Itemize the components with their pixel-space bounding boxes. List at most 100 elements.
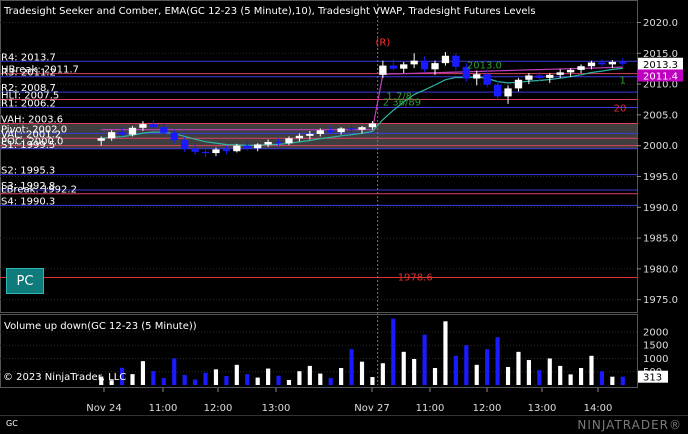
candle-body — [181, 140, 189, 149]
pc-button[interactable]: PC — [6, 268, 44, 294]
price-tick-label: 1980.0 — [643, 264, 678, 275]
current-price-label: 2013.3 — [643, 60, 678, 71]
volume-bar — [245, 374, 250, 385]
candle-body — [285, 138, 293, 144]
level-label: R3: 2011.2 — [1, 68, 56, 79]
candle-body — [441, 55, 450, 64]
candle-body — [431, 63, 439, 70]
candle-body — [264, 141, 272, 145]
volume-bar — [485, 349, 490, 385]
level-label: S1: 1999.5 — [1, 140, 55, 151]
ninjatrader-logo: NINJATRADER® — [577, 418, 682, 432]
volume-bar — [193, 379, 198, 385]
candle-body — [598, 62, 606, 65]
chart-annotation: 1978.6 — [398, 273, 433, 284]
level-label: S2: 1995.3 — [1, 166, 55, 177]
candle-body — [337, 128, 345, 133]
time-tick-label: 11:00 — [416, 403, 445, 414]
volume-bar — [140, 361, 146, 385]
candle-body — [316, 130, 324, 134]
volume-bar — [526, 360, 531, 385]
candle-body — [389, 65, 397, 69]
volume-bar — [276, 375, 281, 385]
volume-bar — [224, 375, 229, 385]
candle-body — [358, 127, 366, 130]
volume-bar — [453, 355, 458, 385]
volume-bar — [505, 366, 511, 385]
time-tick-label: 13:00 — [528, 403, 557, 414]
volume-bar — [255, 377, 260, 385]
candle-body — [306, 133, 314, 136]
level-label: R4: 2013.7 — [1, 52, 56, 63]
price-tick-label: 1995.0 — [643, 172, 678, 183]
volume-bar — [516, 351, 521, 385]
time-tick-label: 13:00 — [262, 403, 291, 414]
candle-body — [452, 55, 460, 67]
price-tick-label: 2000.0 — [643, 141, 678, 152]
candle-body — [473, 74, 481, 79]
candle-body — [118, 132, 126, 135]
candle-body — [107, 132, 116, 139]
candle-body — [608, 61, 617, 65]
volume-bar — [474, 364, 479, 385]
volume-bar — [432, 368, 438, 385]
volume-bar — [297, 371, 302, 385]
volume-bar — [151, 371, 156, 385]
candle-body — [212, 149, 220, 154]
copyright-text: © 2023 NinjaTrader, LLC — [3, 372, 127, 383]
candle-body — [191, 148, 199, 152]
value-area-band — [0, 123, 637, 149]
volume-bar — [443, 321, 448, 385]
candle-body — [97, 138, 105, 141]
price-tick-label: 2005.0 — [643, 110, 678, 121]
candle-body — [327, 130, 335, 133]
volume-bar — [401, 351, 406, 385]
volume-bar — [172, 358, 177, 385]
candle-body — [379, 65, 387, 75]
chart-annotation: 2013.0 — [467, 61, 502, 72]
candle-body — [347, 128, 356, 130]
candle-body — [577, 66, 585, 70]
volume-bar — [307, 365, 312, 385]
candle-body — [160, 127, 168, 133]
volume-bar — [620, 376, 625, 385]
price-panel-frame — [0, 0, 638, 313]
candle-body — [295, 135, 304, 139]
time-tick-label: 14:00 — [584, 403, 613, 414]
candle-body — [566, 69, 575, 73]
chart-annotation: 2 36/89 — [383, 98, 421, 109]
candle-body — [535, 75, 543, 78]
price-tick-label: 1985.0 — [643, 234, 678, 245]
candle-body — [587, 62, 596, 67]
volume-tick-label: 1000 — [643, 354, 668, 365]
candle-body — [420, 60, 429, 70]
volume-bar — [537, 370, 542, 385]
chart-annotation: 1 — [619, 75, 625, 86]
candle-body — [201, 151, 210, 154]
volume-bar — [578, 368, 584, 385]
price-tick-label: 1975.0 — [643, 295, 678, 306]
candle-body — [149, 124, 158, 128]
volume-bar — [130, 374, 135, 385]
volume-bar — [328, 378, 333, 385]
candle-body — [254, 144, 262, 149]
candle-body — [546, 74, 554, 78]
level-label: R1: 2006.2 — [1, 98, 56, 109]
candle-body — [483, 74, 491, 85]
candle-body — [368, 123, 377, 128]
volume-bar — [182, 374, 187, 385]
chart-annotation: 20 — [614, 104, 627, 115]
volume-bar — [234, 364, 239, 385]
volume-bar — [464, 345, 469, 385]
time-tick-label: 12:00 — [473, 403, 502, 414]
volume-bar — [266, 368, 271, 385]
volume-bar — [610, 376, 615, 385]
candle-body — [504, 88, 512, 97]
candle-body — [170, 132, 178, 141]
candle-body — [128, 127, 137, 135]
instrument-label: GC — [6, 419, 18, 428]
candle-body — [556, 72, 564, 75]
volume-bar — [412, 358, 417, 385]
candle-body — [400, 64, 408, 69]
time-tick-label: 11:00 — [149, 403, 178, 414]
